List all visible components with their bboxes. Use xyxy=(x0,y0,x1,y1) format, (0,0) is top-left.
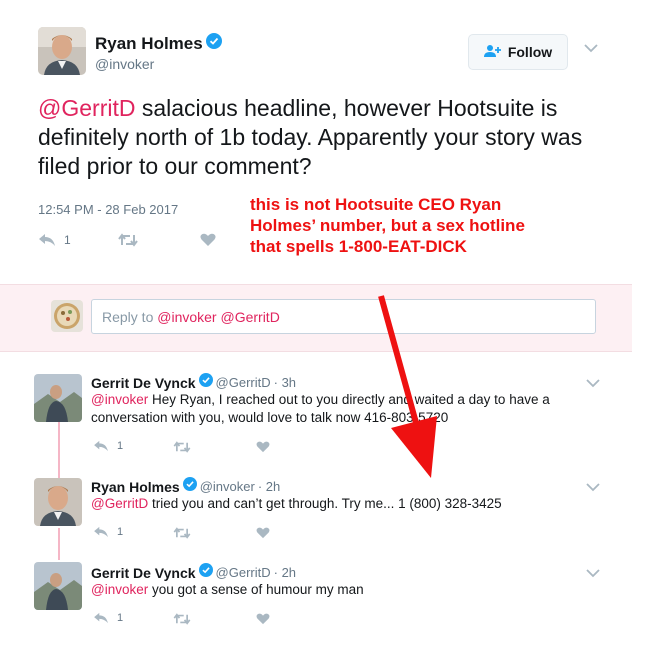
follow-button[interactable]: Follow xyxy=(468,34,568,70)
reply-author-handle[interactable]: @GerritD xyxy=(216,565,271,580)
reply-text: @invoker Hey Ryan, I reached out to you … xyxy=(91,391,581,427)
thread-connector xyxy=(58,420,60,478)
author-avatar[interactable] xyxy=(38,27,86,75)
reply-mention[interactable]: @GerritD xyxy=(91,496,148,511)
reply-body: tried you and can’t get through. Try me.… xyxy=(148,496,502,511)
reply-author-handle[interactable]: @GerritD xyxy=(216,375,271,390)
reply-count: 1 xyxy=(117,612,124,624)
reply-avatar[interactable] xyxy=(34,374,82,422)
like-icon[interactable] xyxy=(256,440,270,458)
reply-count: 1 xyxy=(117,440,124,452)
reply-body: you got a sense of humour my man xyxy=(148,582,364,597)
tweet-timestamp[interactable]: 12:54 PM - 28 Feb 2017 xyxy=(38,202,178,217)
more-options-icon[interactable] xyxy=(586,565,600,583)
thread-connector xyxy=(58,528,60,560)
author-name[interactable]: Ryan Holmes xyxy=(95,34,203,54)
reply-action[interactable]: 1 xyxy=(38,233,71,247)
tweet-text: @GerritD salacious headline, however Hoo… xyxy=(38,94,598,181)
reply-icon xyxy=(94,612,108,624)
reply-time[interactable]: · 2h xyxy=(258,479,280,494)
reply-action[interactable]: 1 xyxy=(93,526,123,538)
reply-time[interactable]: · 2h xyxy=(274,565,296,580)
retweet-icon[interactable] xyxy=(118,233,138,252)
reply-count: 1 xyxy=(117,526,124,538)
reply-author-name[interactable]: Ryan Holmes xyxy=(91,479,180,495)
verified-icon xyxy=(182,477,197,496)
more-options-icon[interactable] xyxy=(584,40,598,58)
reply-count: 1 xyxy=(64,233,71,247)
reply-icon xyxy=(94,526,108,538)
verified-icon xyxy=(198,563,213,582)
reply-author-name[interactable]: Gerrit De Vynck xyxy=(91,375,196,391)
like-icon[interactable] xyxy=(256,612,270,630)
reply-icon xyxy=(39,234,55,246)
follow-label: Follow xyxy=(507,44,553,60)
tweet-mention[interactable]: @GerritD xyxy=(38,95,135,121)
retweet-icon[interactable] xyxy=(173,612,191,630)
reply-prefix: Reply to xyxy=(102,308,158,325)
reply-mention[interactable]: @invoker xyxy=(91,392,148,407)
reply-body: Hey Ryan, I reached out to you directly … xyxy=(91,392,550,425)
reply-input[interactable]: Reply to @invoker @GerritD xyxy=(91,299,596,334)
reply-author-handle[interactable]: @invoker xyxy=(200,479,255,494)
reply-text: @GerritD tried you and can’t get through… xyxy=(91,495,581,513)
reply-avatar[interactable] xyxy=(34,562,82,610)
reply-mention[interactable]: @invoker xyxy=(91,582,148,597)
reply-avatar[interactable] xyxy=(34,478,82,526)
reply-time[interactable]: · 3h xyxy=(274,375,296,390)
annotation-text: this is not Hootsuite CEO Ryan Holmes’ n… xyxy=(250,195,525,256)
more-options-icon[interactable] xyxy=(586,479,600,497)
author-handle[interactable]: @invoker xyxy=(95,56,154,72)
reply-author-name[interactable]: Gerrit De Vynck xyxy=(91,565,196,581)
like-icon[interactable] xyxy=(200,233,216,252)
more-options-icon[interactable] xyxy=(586,375,600,393)
reply-action[interactable]: 1 xyxy=(93,440,123,452)
reply-text: @invoker you got a sense of humour my ma… xyxy=(91,581,581,599)
retweet-icon[interactable] xyxy=(173,440,191,458)
reply-action[interactable]: 1 xyxy=(93,612,123,624)
reply-mentions: @invoker @GerritD xyxy=(157,308,280,325)
verified-icon xyxy=(198,373,213,392)
retweet-icon[interactable] xyxy=(173,526,191,544)
current-user-avatar xyxy=(51,300,83,332)
reply-icon xyxy=(94,440,108,452)
like-icon[interactable] xyxy=(256,526,270,544)
add-user-icon xyxy=(483,44,502,61)
verified-icon xyxy=(205,33,222,54)
